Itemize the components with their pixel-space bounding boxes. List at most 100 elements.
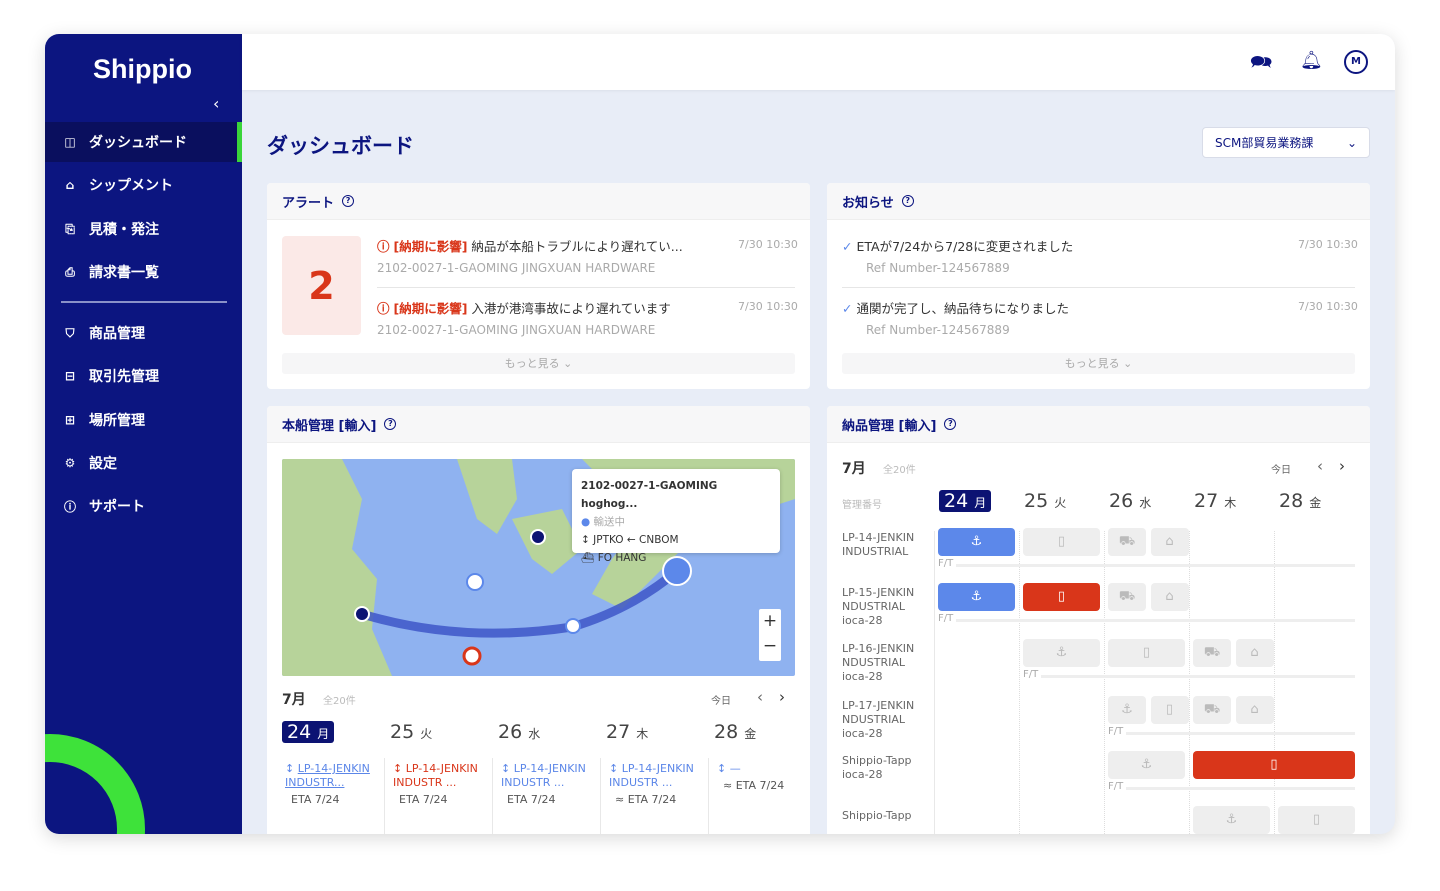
sidebar-item[interactable]: ⌂ シップメント <box>45 165 242 205</box>
sidebar-item-label: 見積・発注 <box>89 222 159 238</box>
milestone-block[interactable]: ⚓ <box>938 583 1015 611</box>
product-icon: ⛉ <box>65 325 75 340</box>
milestone-block[interactable]: ⌂ <box>1235 696 1274 724</box>
today-button[interactable]: 今日 <box>711 692 731 707</box>
truck-icon: ⛟ <box>1118 589 1136 604</box>
day-header[interactable]: 24 月 <box>939 490 992 512</box>
milestone-block[interactable]: ⛟ <box>1193 639 1231 667</box>
free-time-bar <box>956 619 1355 622</box>
zoom-out-button[interactable]: − <box>759 634 781 659</box>
day-header[interactable]: 24 月 <box>282 721 335 743</box>
milestone-block[interactable]: ▯ <box>1023 528 1100 556</box>
shipment-eta: ETA 7/24 <box>291 793 340 806</box>
more-button[interactable]: もっと見る ⌄ <box>842 353 1355 374</box>
shipment-eta: ≈ ETA 7/24 <box>723 779 785 792</box>
milestone-block[interactable]: ⚓ <box>1108 696 1146 724</box>
prev-icon[interactable]: ‹ <box>1317 457 1323 475</box>
milestone-block[interactable]: ⌂ <box>1150 583 1189 611</box>
milestone-block[interactable]: ⚓ <box>1108 751 1185 779</box>
zoom-in-button[interactable]: + <box>759 609 781 634</box>
milestone-block[interactable]: ⛟ <box>1193 696 1231 724</box>
day-header[interactable]: 28 金 <box>1279 490 1321 512</box>
next-icon[interactable]: › <box>779 688 785 706</box>
row-label[interactable]: LP-16-JENKIN NDUSTRIAL ioca-28 <box>842 642 922 684</box>
bell-icon[interactable]: 🔔︎ <box>1300 50 1323 71</box>
shipment-item[interactable]: ↕ LP-14-JENKIN INDUSTR... ETA 7/24 <box>285 762 375 807</box>
shipment-link[interactable]: LP-14-JENKIN INDUSTR... <box>285 762 370 789</box>
alert-item[interactable]: ⓘ [納期に影響] 入港が港湾事故により遅れています 2102-0027-1-GA… <box>377 298 671 337</box>
truck-icon: ⛟ <box>1118 534 1136 549</box>
shipment-item[interactable]: ↕ LP-14-JENKIN INDUSTR ... ETA 7/24 <box>501 762 591 807</box>
day-header[interactable]: 27 木 <box>1194 490 1236 512</box>
milestone-block[interactable]: ▯ <box>1193 751 1355 779</box>
row-label[interactable]: LP-15-JENKIN NDUSTRIAL ioca-28 <box>842 586 922 628</box>
sidebar-item[interactable]: ⎙ 請求書一覧 <box>45 252 242 292</box>
alert-item[interactable]: ⓘ [納期に影響] 納品が本船トラブルにより遅れてい... 2102-0027-1… <box>377 236 683 275</box>
logo: Shippio <box>93 54 192 84</box>
sidebar-item[interactable]: ⊟ 取引先管理 <box>45 356 242 396</box>
milestone-block[interactable]: ⚓ <box>1193 806 1270 834</box>
chat-icon[interactable]: 🗪 <box>1250 50 1272 80</box>
milestone-block[interactable]: ▯ <box>1108 639 1185 667</box>
day-header[interactable]: 25 火 <box>390 721 432 743</box>
shipment-link[interactable]: LP-14-JENKIN INDUSTR ... <box>609 762 694 789</box>
milestone-block[interactable]: ▯ <box>1278 806 1355 834</box>
sidebar-item[interactable]: ⊞ 場所管理 <box>45 400 242 440</box>
shipment-link[interactable]: LP-14-JENKIN INDUSTR ... <box>393 762 478 789</box>
row-label[interactable]: Shippio-Tapp <box>842 809 922 823</box>
milestone-block[interactable]: ▯ <box>1150 696 1189 724</box>
day-header[interactable]: 27 木 <box>606 721 648 743</box>
shipment-item[interactable]: ↕ — ≈ ETA 7/24 <box>717 762 807 793</box>
milestone-block[interactable]: ⚓ <box>1023 639 1100 667</box>
next-icon[interactable]: › <box>1339 457 1345 475</box>
sidebar-item[interactable]: ⚙ 設定 <box>45 443 242 483</box>
column-divider <box>934 531 935 834</box>
free-time-label: F/T <box>1108 781 1124 792</box>
column-divider <box>384 758 385 834</box>
department-select[interactable]: SCM部貿易業務課 ⌄ <box>1202 127 1370 158</box>
collapse-sidebar-icon[interactable]: ‹ <box>213 94 219 113</box>
map[interactable]: 2102-0027-1-GAOMING hoghog... ● 輸送中 ↕ JP… <box>282 459 795 676</box>
route-icon: ↕ <box>609 762 619 775</box>
sidebar-item-label: 場所管理 <box>89 413 145 429</box>
prev-icon[interactable]: ‹ <box>757 688 763 706</box>
help-icon[interactable]: ? <box>901 195 914 207</box>
sidebar-item[interactable]: ⎘ 見積・発注 <box>45 209 242 249</box>
notice-sub: Ref Number-124567889 <box>866 261 1010 275</box>
shipment-link[interactable]: — <box>730 762 741 775</box>
row-label[interactable]: LP-14-JENKIN INDUSTRIAL <box>842 531 922 559</box>
notice-item[interactable]: ✓ ETAが7/24から7/28に変更されました Ref Number-12456… <box>842 236 1073 275</box>
sidebar-item[interactable]: ⛉ 商品管理 <box>45 313 242 353</box>
milestone-block[interactable]: ⛟ <box>1108 528 1146 556</box>
milestone-block[interactable]: ▯ <box>1023 583 1100 611</box>
milestone-block[interactable]: ⛟ <box>1108 583 1146 611</box>
customs-icon: ▯ <box>1057 589 1066 604</box>
sidebar-item[interactable]: ◫ ダッシュボード <box>45 122 242 162</box>
warehouse-icon: ⌂ <box>1165 589 1174 604</box>
row-label[interactable]: Shippio-Tapp ioca-28 <box>842 754 922 782</box>
milestone-block[interactable]: ⚓ <box>938 528 1015 556</box>
route-icon: ↕ <box>285 762 295 775</box>
shipment-eta: ETA 7/24 <box>399 793 448 806</box>
help-icon[interactable]: ? <box>944 418 957 430</box>
day-header[interactable]: 25 火 <box>1024 490 1066 512</box>
notice-item[interactable]: ✓ 通関が完了し、納品待ちになりました Ref Number-124567889 <box>842 298 1069 337</box>
shipment-item[interactable]: ↕ LP-14-JENKIN INDUSTR ... ETA 7/24 <box>393 762 483 807</box>
milestone-block[interactable]: ⌂ <box>1235 639 1274 667</box>
check-icon: ✓ <box>842 239 853 254</box>
sidebar: Shippio ‹ ◫ ダッシュボード ⌂ シップメント ⎘ 見積・発注 ⎙ 請求書一覧 ⛉ 商品… <box>45 34 242 834</box>
sidebar-item[interactable]: ⓘ サポート <box>45 486 242 526</box>
row-label[interactable]: LP-17-JENKIN NDUSTRIAL ioca-28 <box>842 699 922 741</box>
day-header[interactable]: 26 水 <box>1109 490 1151 512</box>
zoom-control[interactable]: + − <box>759 609 781 661</box>
shipment-item[interactable]: ↕ LP-14-JENKIN INDUSTR ... ≈ ETA 7/24 <box>609 762 699 807</box>
milestone-block[interactable]: ⌂ <box>1150 528 1189 556</box>
avatar[interactable]: M <box>1344 50 1368 74</box>
more-button[interactable]: もっと見る ⌄ <box>282 353 795 374</box>
day-header[interactable]: 28 金 <box>714 721 756 743</box>
help-icon[interactable]: ? <box>342 195 355 207</box>
shipment-link[interactable]: LP-14-JENKIN INDUSTR ... <box>501 762 586 789</box>
day-header[interactable]: 26 水 <box>498 721 540 743</box>
help-icon[interactable]: ? <box>384 418 397 430</box>
today-button[interactable]: 今日 <box>1271 461 1291 476</box>
